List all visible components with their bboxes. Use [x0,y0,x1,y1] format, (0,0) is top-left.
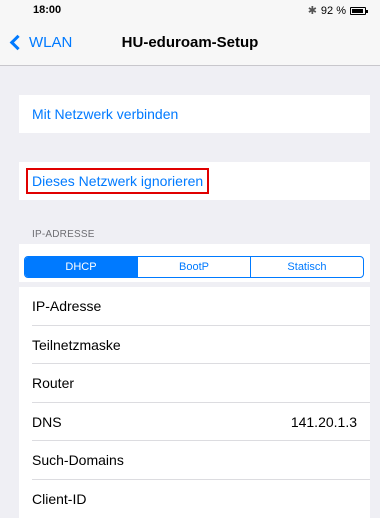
ip-mode-segmented-control[interactable]: DHCP BootP Statisch [24,256,364,278]
row-label: DNS [32,413,62,430]
row-ip-address[interactable]: IP-Adresse [19,287,370,326]
row-search-domains[interactable]: Such-Domains [19,441,370,480]
row-subnet-mask[interactable]: Teilnetzmaske [19,326,370,365]
settings-screen: 18:00 ✱ 92 % WLAN HU-eduroam-Setup Mit N… [0,0,380,518]
navigation-bar: WLAN HU-eduroam-Setup [0,20,380,66]
forget-cell[interactable]: Dieses Netzwerk ignorieren [19,162,370,200]
segment-bootp[interactable]: BootP [138,257,251,277]
dns-value: 141.20.1.3 [290,413,357,430]
battery-icon [350,6,368,15]
row-label: IP-Adresse [32,298,102,315]
page-title: HU-eduroam-Setup [121,34,259,51]
segment-dhcp[interactable]: DHCP [25,257,138,277]
segment-static[interactable]: Statisch [251,257,363,277]
bluetooth-icon: ✱ [307,5,317,17]
section-header-ip: IP-ADRESSE [32,229,95,240]
ip-mode-container: DHCP BootP Statisch [19,244,370,282]
row-label: Such-Domains [32,452,124,469]
ip-details-list: IP-Adresse Teilnetzmaske Router DNS 141.… [19,287,370,518]
status-time: 18:00 [33,4,62,16]
row-label: Client-ID [32,490,87,507]
connect-network-button[interactable]: Mit Netzwerk verbinden [32,106,178,122]
connect-cell[interactable]: Mit Netzwerk verbinden [19,95,370,133]
row-dns[interactable]: DNS 141.20.1.3 [19,403,370,442]
row-router[interactable]: Router [19,364,370,403]
row-label: Teilnetzmaske [32,336,121,353]
status-right: ✱ 92 % [307,4,368,17]
row-client-id[interactable]: Client-ID [19,480,370,518]
status-bar: 18:00 ✱ 92 % [0,0,380,20]
forget-network-button[interactable]: Dieses Netzwerk ignorieren [25,168,210,194]
row-label: Router [32,375,75,392]
battery-percent: 92 % [320,4,346,17]
